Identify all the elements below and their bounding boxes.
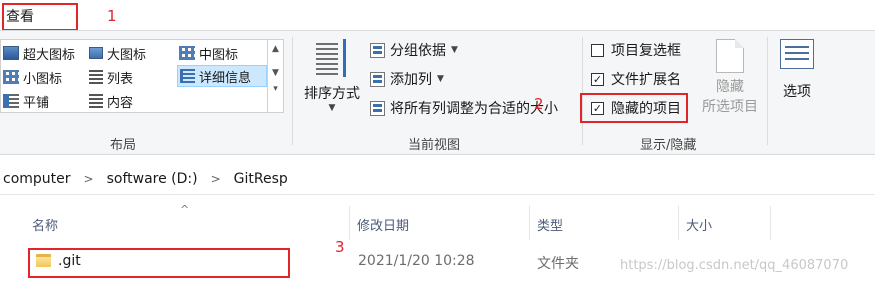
size-all-columns-label: 将所有列调整为合适的大小 bbox=[390, 101, 558, 117]
file-type: 文件夹 bbox=[537, 256, 579, 272]
chevron-down-icon: ▼ bbox=[328, 103, 336, 113]
layout-item-label: 大图标 bbox=[107, 47, 147, 63]
chevron-down-icon: ▼ bbox=[437, 74, 444, 84]
column-header-size[interactable]: 大小 bbox=[686, 210, 712, 238]
breadcrumb-drive[interactable]: software (D:) bbox=[104, 171, 201, 187]
layout-list[interactable]: 列表 bbox=[89, 66, 179, 88]
sort-by-label: 排序方式 bbox=[304, 86, 360, 102]
options-icon bbox=[780, 39, 814, 69]
group-by-button[interactable]: 分组依据 ▼ bbox=[370, 39, 458, 61]
layout-content[interactable]: 内容 bbox=[89, 90, 179, 112]
chevron-right-icon[interactable]: > bbox=[201, 172, 231, 186]
annotation-number-1: 1 bbox=[107, 7, 117, 25]
breadcrumb-computer[interactable]: computer bbox=[0, 171, 74, 187]
ribbon-view: 超大图标 大图标 中图标 小图标 列表 详细信息 平铺 内容 ▲ ▼ ▾ 布局 … bbox=[0, 30, 875, 155]
options-button[interactable]: 选项 bbox=[772, 39, 822, 101]
item-checkboxes-label: 项目复选框 bbox=[611, 43, 681, 59]
layout-large-icons[interactable]: 大图标 bbox=[89, 42, 179, 64]
group-label-show-hide: 显示/隐藏 bbox=[640, 138, 697, 153]
group-divider bbox=[582, 37, 583, 145]
group-divider bbox=[292, 37, 293, 145]
extra-large-icons-icon bbox=[3, 46, 19, 60]
scroll-down-icon[interactable]: ▼ bbox=[268, 68, 283, 78]
layout-gallery: 超大图标 大图标 中图标 小图标 列表 详细信息 平铺 内容 bbox=[0, 39, 268, 113]
layout-item-label: 列表 bbox=[107, 71, 134, 87]
layout-item-label: 小图标 bbox=[23, 71, 63, 87]
details-icon bbox=[180, 69, 195, 83]
layout-gallery-scroll[interactable]: ▲ ▼ ▾ bbox=[268, 39, 284, 113]
options-label: 选项 bbox=[783, 84, 811, 100]
layout-item-label: 详细信息 bbox=[199, 70, 252, 86]
layout-item-label: 平铺 bbox=[23, 95, 50, 111]
document-icon bbox=[716, 39, 744, 73]
file-extensions-label: 文件扩展名 bbox=[611, 72, 681, 88]
layout-small-icons[interactable]: 小图标 bbox=[3, 66, 89, 88]
column-header-type[interactable]: 类型 bbox=[537, 210, 563, 238]
group-by-icon bbox=[370, 42, 385, 58]
layout-item-label: 内容 bbox=[107, 95, 134, 111]
column-divider[interactable] bbox=[529, 206, 530, 240]
large-icons-icon bbox=[89, 47, 103, 59]
annotation-box-2 bbox=[580, 93, 688, 123]
layout-extra-large-icons[interactable]: 超大图标 bbox=[3, 42, 89, 64]
column-header-date[interactable]: 修改日期 bbox=[357, 210, 409, 238]
column-divider[interactable] bbox=[770, 206, 771, 240]
column-label: 大小 bbox=[686, 218, 713, 234]
breadcrumb-folder[interactable]: GitResp bbox=[231, 171, 291, 187]
ribbon-tab-bar: 查看 1 bbox=[0, 0, 875, 31]
list-icon bbox=[89, 70, 103, 84]
hide-selected-label-2: 所选项目 bbox=[702, 99, 758, 115]
file-extensions-toggle[interactable]: ✓ 文件扩展名 bbox=[591, 68, 681, 90]
file-extensions-checkbox[interactable]: ✓ bbox=[591, 72, 604, 86]
column-header-name[interactable]: 名称 bbox=[32, 210, 58, 238]
size-columns-icon bbox=[370, 100, 385, 116]
layout-tiles[interactable]: 平铺 bbox=[3, 90, 89, 112]
layout-details[interactable]: 详细信息 bbox=[177, 65, 267, 87]
add-columns-label: 添加列 bbox=[390, 72, 432, 88]
column-label: 类型 bbox=[537, 218, 564, 234]
address-bar[interactable]: computer > software (D:) > GitResp bbox=[0, 163, 875, 195]
add-columns-button[interactable]: 添加列 ▼ bbox=[370, 68, 444, 90]
sort-ascending-icon: ^ bbox=[180, 203, 190, 216]
chevron-right-icon[interactable]: > bbox=[74, 172, 104, 186]
group-label-layout: 布局 bbox=[110, 138, 137, 153]
medium-icons-icon bbox=[179, 46, 195, 60]
sort-by-button[interactable]: 排序方式 ▼ bbox=[298, 39, 366, 121]
group-divider bbox=[767, 37, 768, 145]
group-by-label: 分组依据 bbox=[390, 43, 446, 59]
item-checkboxes-toggle[interactable]: 项目复选框 bbox=[591, 39, 681, 61]
layout-item-label: 中图标 bbox=[199, 47, 239, 63]
chevron-down-icon: ▼ bbox=[451, 45, 458, 55]
add-columns-icon bbox=[370, 71, 385, 87]
sort-icon bbox=[316, 39, 348, 77]
annotation-box-1 bbox=[2, 3, 78, 31]
content-icon bbox=[89, 94, 103, 108]
layout-item-label: 超大图标 bbox=[23, 47, 76, 63]
annotation-box-3 bbox=[28, 248, 290, 278]
column-divider[interactable] bbox=[678, 206, 679, 240]
size-all-columns-button[interactable]: 将所有列调整为合适的大小 bbox=[370, 97, 558, 119]
item-checkboxes-checkbox[interactable] bbox=[591, 43, 604, 57]
watermark: https://blog.csdn.net/qq_46087070 bbox=[620, 258, 849, 273]
hide-selected-items-button[interactable]: 隐藏 所选项目 bbox=[698, 39, 762, 117]
annotation-number-3: 3 bbox=[335, 238, 345, 256]
column-label: 名称 bbox=[32, 218, 59, 234]
layout-medium-icons[interactable]: 中图标 bbox=[179, 42, 267, 64]
column-divider[interactable] bbox=[349, 206, 350, 240]
file-date: 2021/1/20 10:28 bbox=[358, 253, 475, 269]
gallery-expand-icon[interactable]: ▾ bbox=[268, 84, 283, 94]
tiles-icon bbox=[3, 94, 19, 108]
annotation-number-2: 2 bbox=[534, 95, 544, 113]
column-label: 修改日期 bbox=[357, 218, 410, 234]
hide-selected-label-1: 隐藏 bbox=[716, 79, 744, 95]
scroll-up-icon[interactable]: ▲ bbox=[268, 44, 283, 54]
small-icons-icon bbox=[3, 70, 19, 84]
group-label-current-view: 当前视图 bbox=[408, 138, 461, 153]
